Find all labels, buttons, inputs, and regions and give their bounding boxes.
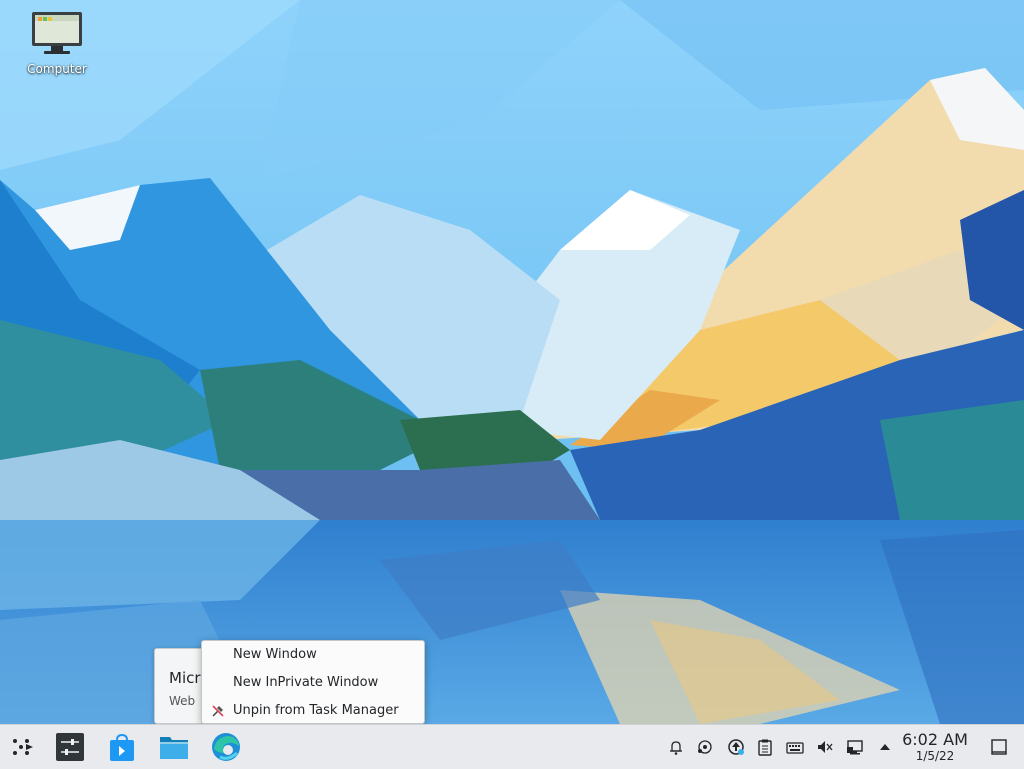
desktop-wallpaper[interactable]: Computer Micr Web New Window New InPriva… bbox=[0, 0, 1024, 724]
menu-item-new-window[interactable]: New Window bbox=[202, 642, 424, 668]
tooltip-title: Micr bbox=[169, 669, 201, 687]
kde-connect-icon[interactable] bbox=[696, 738, 714, 756]
folder-icon[interactable] bbox=[158, 731, 190, 763]
desktop-icon-computer[interactable]: Computer bbox=[18, 10, 96, 76]
tooltip-subtitle: Web bbox=[169, 694, 196, 708]
menu-item-new-inprivate-window[interactable]: New InPrivate Window bbox=[202, 670, 424, 696]
clock-date: 1/5/22 bbox=[915, 749, 955, 763]
clock-time: 6:02 AM bbox=[902, 730, 968, 749]
menu-item-label: New Window bbox=[233, 647, 317, 662]
clipboard-icon[interactable] bbox=[756, 738, 774, 756]
network-wired-icon[interactable] bbox=[846, 738, 864, 756]
edge-browser-icon[interactable] bbox=[210, 731, 242, 763]
menu-item-label: Unpin from Task Manager bbox=[233, 703, 399, 718]
updates-icon[interactable] bbox=[727, 738, 745, 756]
show-desktop-icon[interactable] bbox=[989, 737, 1009, 757]
taskbar: 6:02 AM 1/5/22 bbox=[0, 724, 1024, 769]
expand-tray-arrow-icon[interactable] bbox=[876, 738, 894, 756]
keyboard-icon[interactable] bbox=[786, 738, 804, 756]
settings-sliders-icon[interactable] bbox=[54, 731, 86, 763]
store-bag-icon[interactable] bbox=[106, 731, 138, 763]
wallpaper-mountains bbox=[0, 0, 1024, 724]
application-launcher-icon[interactable] bbox=[6, 731, 38, 763]
volume-muted-icon[interactable] bbox=[816, 738, 834, 756]
computer-monitor-icon bbox=[31, 10, 83, 56]
menu-item-unpin[interactable]: Unpin from Task Manager bbox=[202, 698, 424, 724]
digital-clock[interactable]: 6:02 AM 1/5/22 bbox=[896, 731, 974, 764]
menu-item-label: New InPrivate Window bbox=[233, 675, 379, 690]
unpin-icon bbox=[211, 704, 225, 718]
desktop-icon-label: Computer bbox=[27, 62, 87, 76]
context-menu: New Window New InPrivate Window Unpin fr… bbox=[201, 640, 425, 724]
notifications-bell-icon[interactable] bbox=[667, 738, 685, 756]
